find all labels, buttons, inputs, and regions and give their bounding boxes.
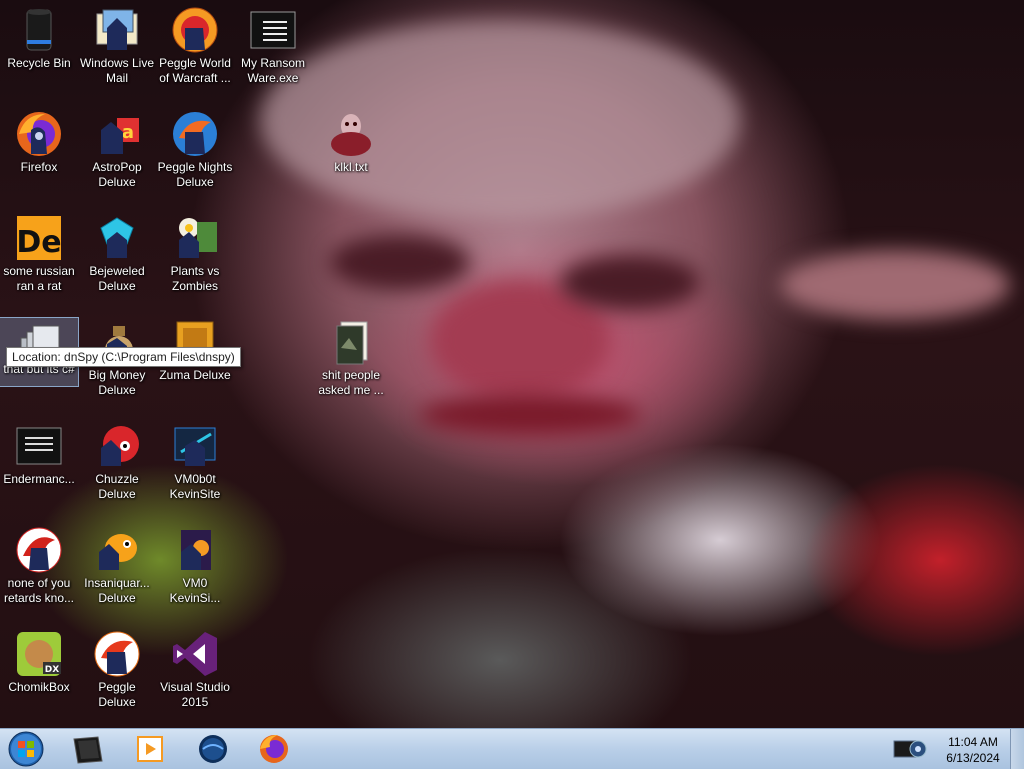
desktop-icon-my-ransom-ware[interactable]: My Ransom Ware.exe (234, 0, 312, 98)
taskbar-media-player-button[interactable] (128, 731, 172, 767)
taskbar-globe-button[interactable] (191, 731, 235, 767)
icon-label: shit people asked me ... (318, 368, 384, 397)
peggle-nights-icon (171, 110, 219, 158)
wallpaper-ear (780, 250, 1010, 320)
icon-label: AstroPop Deluxe (92, 160, 142, 189)
desktop-icon-some-russian-ran-a-rat[interactable]: De some russian ran a rat (0, 208, 78, 306)
icon-label: Chuzzle Deluxe (95, 472, 139, 501)
desktop-icon-windows-live-mail[interactable]: Windows Live Mail (78, 0, 156, 98)
icon-label: Plants vs Zombies (170, 264, 220, 293)
mail-icon (93, 6, 141, 54)
icon-label: Endermanc... (3, 472, 75, 486)
console-icon (66, 736, 110, 771)
wallpaper-left-eye (330, 235, 470, 290)
desktop-icon-peggle-world-of-warcraft[interactable]: Peggle World of Warcraft ... (156, 0, 234, 98)
icon-label: Peggle World of Warcraft ... (159, 56, 231, 85)
network-icon[interactable] (890, 735, 930, 763)
executable-icon (249, 6, 297, 54)
icon-label: klkl.txt (334, 160, 368, 174)
desktop-icon-firefox[interactable]: Firefox (0, 104, 78, 202)
clock[interactable]: 11:04 AM 6/13/2024 (944, 734, 1002, 766)
folder-icon (327, 318, 375, 366)
desktop-icon-recycle-bin[interactable]: Recycle Bin (0, 0, 78, 98)
desktop-icon-vm0b0t-kevinsite[interactable]: VM0b0t KevinSite (156, 416, 234, 514)
chomikbox-icon: DX (15, 630, 63, 678)
taskbar-console-button[interactable] (66, 731, 110, 767)
vm-file-icon (171, 526, 219, 574)
svg-text:a: a (122, 122, 134, 143)
desktop-icon-vm0-kevinsite[interactable]: VM0 KevinSi... (156, 520, 234, 618)
desktop-icon-endermanch[interactable]: Endermanc... (0, 416, 78, 514)
start-button[interactable] (4, 731, 48, 767)
insaniquarium-icon (93, 526, 141, 574)
show-desktop-button[interactable] (1010, 729, 1024, 769)
location-tooltip: Location: dnSpy (C:\Program Files\dnspy) (6, 347, 241, 367)
desktop-icon-none-of-you[interactable]: none of you retards kno... (0, 520, 78, 618)
icon-label: Recycle Bin (7, 56, 71, 70)
icon-label: VM0 KevinSi... (169, 576, 221, 605)
svg-text:De: De (16, 225, 61, 260)
shortcut-icon (15, 526, 63, 574)
chuzzle-icon (93, 422, 141, 470)
console-icon (15, 422, 63, 470)
media-player-icon (128, 736, 172, 771)
desktop-icon-bejeweled-deluxe[interactable]: Bejeweled Deluxe (78, 208, 156, 306)
desktop-icon-plants-vs-zombies[interactable]: Plants vs Zombies (156, 208, 234, 306)
vm-icon (171, 422, 219, 470)
icon-label: Windows Live Mail (79, 56, 155, 85)
peggle-deluxe-icon (93, 630, 141, 678)
taskbar: 11:04 AM 6/13/2024 (0, 728, 1024, 769)
icon-label: Peggle Deluxe (98, 680, 136, 709)
firefox-icon (252, 735, 296, 771)
icon-label: some russian ran a rat (3, 264, 75, 293)
astropop-icon: a (93, 110, 141, 158)
desktop-icon-peggle-deluxe[interactable]: Peggle Deluxe (78, 624, 156, 722)
desktop-icon-astropop-deluxe[interactable]: a AstroPop Deluxe (78, 104, 156, 202)
desktop-icon-chomikbox[interactable]: DX ChomikBox (0, 624, 78, 722)
desktop-icon-insaniquarium-deluxe[interactable]: Insaniquar... Deluxe (78, 520, 156, 618)
icon-label: none of you retards kno... (3, 576, 75, 605)
clock-time: 11:04 AM (948, 735, 998, 749)
icon-label: Peggle Nights Deluxe (157, 160, 233, 189)
desktop-icon-chuzzle-deluxe[interactable]: Chuzzle Deluxe (78, 416, 156, 514)
icon-label: VM0b0t KevinSite (169, 472, 221, 501)
icon-label: Insaniquar... Deluxe (84, 576, 150, 605)
bejeweled-icon (93, 214, 141, 262)
desktop-icon-peggle-nights-deluxe[interactable]: Peggle Nights Deluxe (156, 104, 234, 202)
desktop: Recycle Bin Firefox De some russian ran … (0, 0, 1024, 728)
visual-studio-icon (171, 630, 219, 678)
plants-vs-zombies-icon (171, 214, 219, 262)
peggle-icon (171, 6, 219, 54)
icon-label: Firefox (20, 160, 58, 174)
recycle-bin-icon (15, 6, 63, 54)
taskbar-firefox-button[interactable] (252, 731, 296, 767)
icon-label: Visual Studio 2015 (160, 680, 230, 709)
icon-label: Zuma Deluxe (159, 368, 231, 382)
dotnet-icon: De (15, 214, 63, 262)
firefox-icon (15, 110, 63, 158)
svg-text:DX: DX (45, 665, 59, 675)
wallpaper-mouth (420, 395, 640, 435)
wallpaper-right-eye (560, 255, 700, 310)
icon-label: Big Money Deluxe (88, 368, 146, 397)
icon-label: My Ransom Ware.exe (240, 56, 305, 85)
desktop-icon-visual-studio-2015[interactable]: Visual Studio 2015 (156, 624, 234, 722)
text-file-icon (327, 110, 375, 158)
desktop-icon-shit-people-asked-me[interactable]: shit people asked me ... (312, 312, 390, 410)
icon-label: ChomikBox (8, 680, 70, 694)
icon-label: Bejeweled Deluxe (89, 264, 145, 293)
globe-icon (191, 735, 235, 771)
desktop-icon-klkl-txt[interactable]: klkl.txt (312, 104, 390, 202)
clock-date: 6/13/2024 (946, 751, 1000, 765)
